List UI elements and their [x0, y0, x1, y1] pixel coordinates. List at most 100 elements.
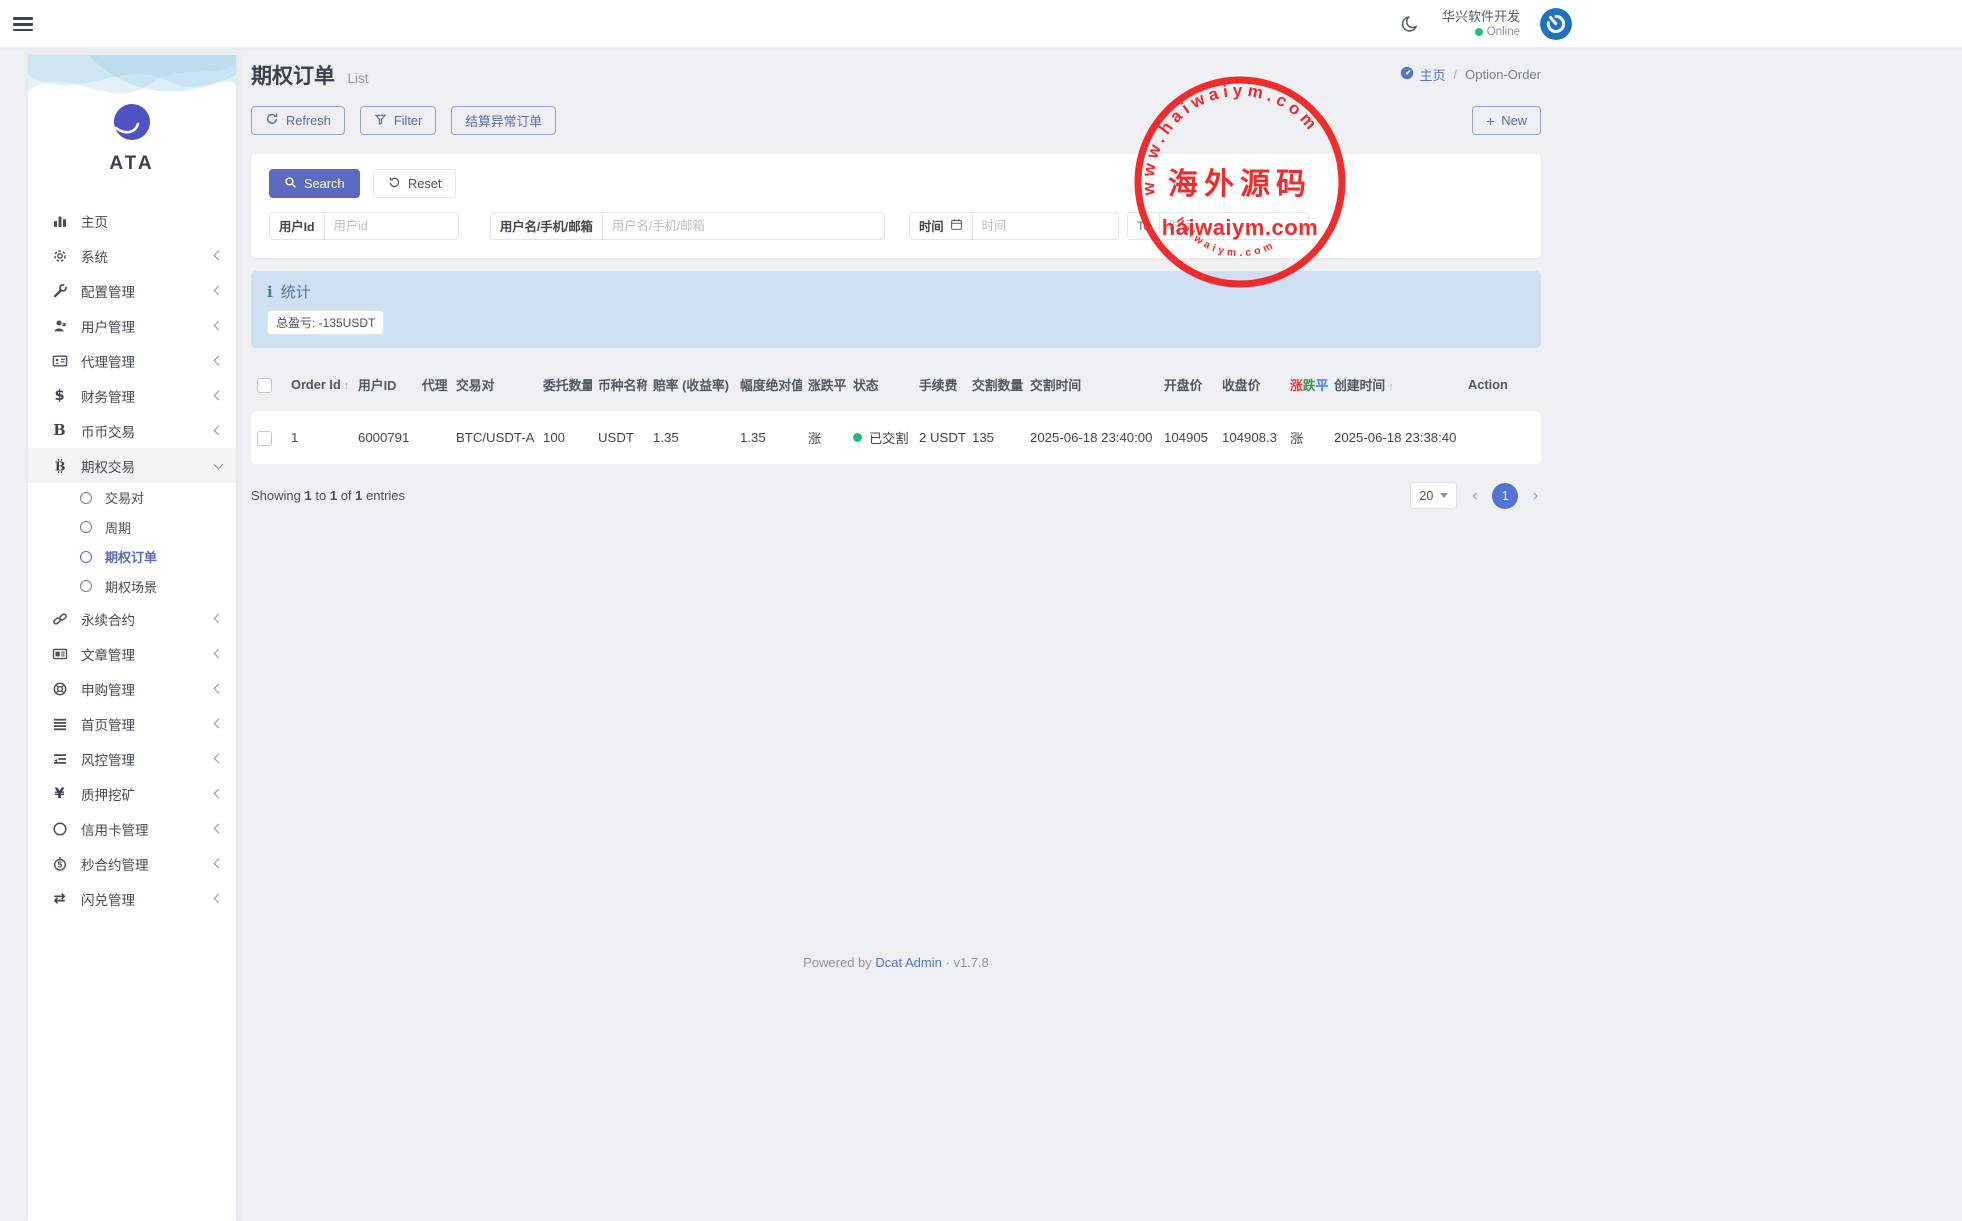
filter-label-to: To [1128, 213, 1160, 239]
list-footer: Showing 1 to 1 of 1 entries 20 ‹ 1 › [251, 482, 1541, 509]
chevron-left-icon [214, 894, 224, 904]
user-avatar[interactable] [1540, 8, 1572, 40]
sidebar-item-users[interactable]: 用户管理 [28, 308, 236, 343]
page-header: 期权订单 List 主页 / Option-Order [251, 60, 1541, 90]
brand-area: ATA [28, 55, 236, 175]
cell-action [1462, 411, 1541, 464]
breadcrumb-home-link[interactable]: 主页 [1400, 65, 1445, 84]
dcat-admin-link[interactable]: Dcat Admin [875, 955, 941, 970]
per-page-select[interactable]: 20 [1410, 482, 1457, 509]
sort-asc-icon[interactable]: ↑ [344, 380, 350, 392]
page-footer: Powered by Dcat Admin · v1.7.8 [251, 955, 1541, 970]
reset-button[interactable]: Reset [373, 169, 456, 198]
cell-order-id: 1 [285, 411, 352, 464]
new-button[interactable]: + New [1472, 106, 1541, 135]
search-button[interactable]: Search [269, 169, 360, 198]
time-end-input[interactable] [1160, 213, 1308, 239]
sidebar-item-config[interactable]: 配置管理 [28, 273, 236, 308]
grid-toolbar: Refresh Filter 结算异常订单 + New [251, 106, 1541, 135]
sidebar-item-flash-exchange[interactable]: ⇄ 闪兑管理 [28, 881, 236, 916]
filter-label-time: 时间 [919, 217, 944, 235]
sidebar: ATA 主页 系统 配置管理 [28, 55, 236, 1221]
sidebar-subitem-period[interactable]: 周期 [28, 513, 236, 543]
chevron-left-icon [214, 391, 224, 401]
time-start-input[interactable] [973, 213, 1118, 239]
sidebar-item-finance[interactable]: $ 财务管理 [28, 378, 236, 413]
chart-bar-icon [51, 213, 68, 229]
top-navbar: 华兴软件开发 Online [0, 0, 1962, 48]
circle-icon [51, 821, 68, 837]
sidebar-item-staking[interactable]: ¥ 质押挖矿 [28, 776, 236, 811]
table-row: 1 6000791 BTC/USDT-A 100 USDT 1.35 1.35 … [251, 411, 1541, 464]
sidebar-item-perpetual[interactable]: 永续合约 [28, 601, 236, 636]
sidebar-subitem-pairs[interactable]: 交易对 [28, 483, 236, 513]
chevron-left-icon [214, 754, 224, 764]
sidebar-toggle-icon[interactable] [13, 14, 33, 34]
sidebar-subitem-option-scenes[interactable]: 期权场景 [28, 572, 236, 602]
status-dot-icon [853, 433, 862, 442]
settle-abnormal-orders-button[interactable]: 结算异常订单 [451, 106, 556, 135]
user-info[interactable]: 华兴软件开发 Online [1442, 9, 1520, 40]
cell-user-id: 6000791 [352, 411, 416, 464]
filter-field-user-id: 用户Id [269, 212, 459, 240]
refresh-icon [265, 112, 279, 129]
sidebar-item-home[interactable]: 主页 [28, 203, 236, 238]
sidebar-item-articles[interactable]: 文章管理 [28, 636, 236, 671]
circle-bullet-icon [80, 551, 92, 563]
sidebar-item-subscription[interactable]: 申购管理 [28, 671, 236, 706]
sidebar-item-agents[interactable]: 代理管理 [28, 343, 236, 378]
cell-range-abs: 1.35 [734, 411, 802, 464]
sidebar-item-credit-card[interactable]: 信用卡管理 [28, 811, 236, 846]
id-card-icon [51, 353, 68, 369]
cell-settle-time: 2025-06-18 23:40:00 [1024, 411, 1158, 464]
version-label: v1.7.8 [953, 955, 988, 970]
cell-close-price: 104908.3 [1216, 411, 1284, 464]
breadcrumb: 主页 / Option-Order [1400, 65, 1541, 84]
sidebar-item-spot-trade[interactable]: B 币币交易 [28, 413, 236, 448]
user-contact-input[interactable] [603, 213, 884, 239]
cell-agent [416, 411, 450, 464]
sidebar-item-system[interactable]: 系统 [28, 238, 236, 273]
select-all-checkbox[interactable] [257, 378, 272, 393]
next-page-button[interactable]: › [1530, 486, 1541, 506]
circle-bullet-icon [80, 492, 92, 504]
calendar-icon [950, 218, 963, 234]
navbar-right-cluster: 华兴软件开发 Online [1398, 0, 1572, 48]
newspaper-icon [51, 646, 68, 662]
sidebar-item-homepage[interactable]: 首页管理 [28, 706, 236, 741]
chevron-left-icon [214, 251, 224, 261]
circle-bullet-icon [80, 580, 92, 592]
brand-logo-icon [113, 103, 151, 141]
cell-status: 已交割 [847, 411, 913, 464]
brand-name: ATA [28, 153, 236, 175]
sidebar-menu: 主页 系统 配置管理 用户管理 [28, 203, 236, 916]
showing-entries-text: Showing 1 to 1 of 1 entries [251, 488, 405, 503]
sidebar-item-second-contract[interactable]: 5 秒合约管理 [28, 846, 236, 881]
filter-label-user-contact: 用户名/手机/邮箱 [491, 213, 603, 239]
dark-mode-moon-icon[interactable] [1398, 12, 1422, 36]
current-page-button[interactable]: 1 [1492, 483, 1518, 509]
sidebar-item-option-trade[interactable]: B 期权交易 [28, 448, 236, 483]
filter-fields-row: 用户Id 用户名/手机/邮箱 时间 [269, 212, 1523, 240]
row-checkbox[interactable] [257, 431, 272, 446]
prev-page-button[interactable]: ‹ [1469, 486, 1480, 506]
cell-odds: 1.35 [647, 411, 734, 464]
breadcrumb-separator: / [1454, 67, 1458, 82]
chevron-down-icon [214, 459, 224, 469]
sidebar-item-risk-control[interactable]: 风控管理 [28, 741, 236, 776]
svg-text:B: B [54, 458, 65, 473]
user-id-input[interactable] [325, 213, 458, 239]
table-header-row: Order Id↑ 用户ID 代理 交易对 委托数量 币种名称 赔率 (收益率)… [251, 366, 1541, 403]
filter-field-user-contact: 用户名/手机/邮箱 [490, 212, 885, 240]
page-subtitle: List [347, 71, 368, 86]
chevron-left-icon [214, 649, 224, 659]
exchange-arrows-icon: ⇄ [51, 891, 68, 907]
updown-colored-header: 涨跌平 [1284, 366, 1328, 403]
sort-asc-icon[interactable]: ↑ [1388, 381, 1394, 393]
sidebar-subitem-option-orders[interactable]: 期权订单 [28, 542, 236, 572]
cell-amount: 100 [537, 411, 592, 464]
refresh-button[interactable]: Refresh [251, 106, 345, 135]
filter-button[interactable]: Filter [360, 106, 436, 135]
cell-updown2: 涨 [1284, 411, 1328, 464]
filter-panel: Search Reset 用户Id 用户名/手机/邮箱 [251, 154, 1541, 258]
